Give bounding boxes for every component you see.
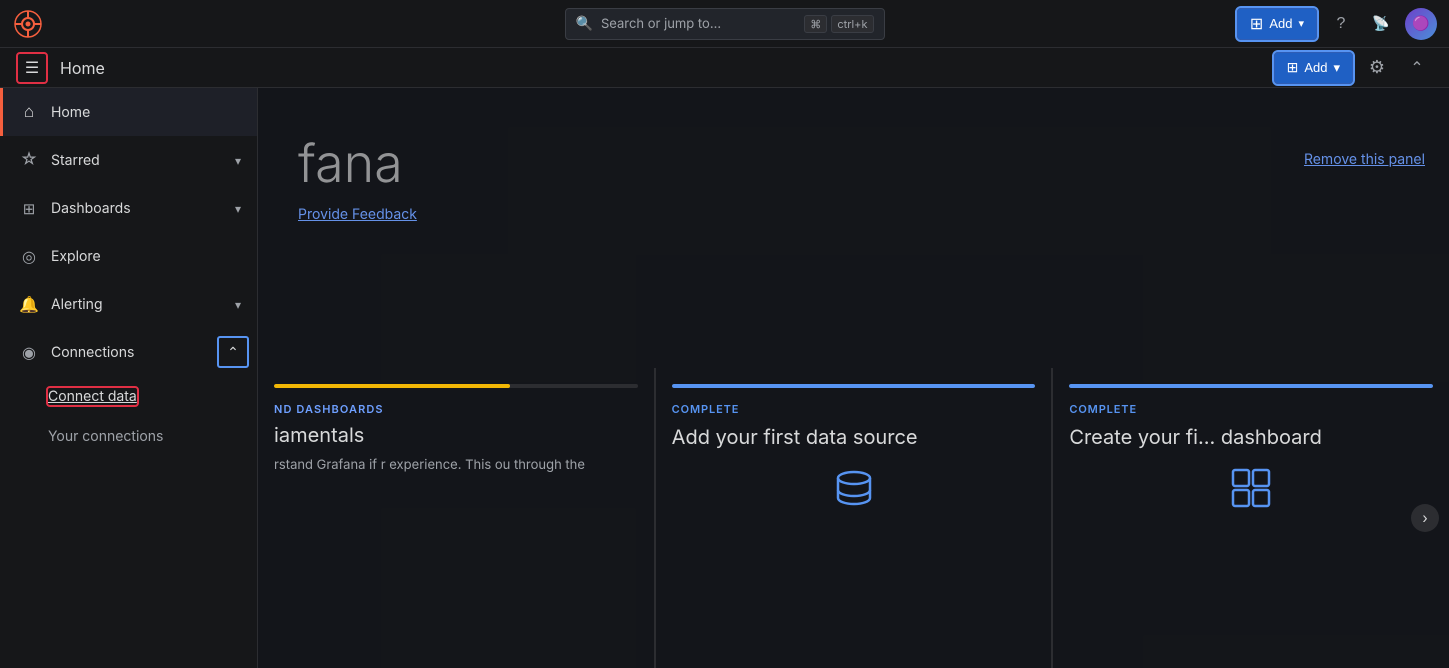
main-content: fana Provide Feedback Remove this panel …	[258, 88, 1449, 668]
page-title: Home	[60, 58, 105, 78]
main-inner: fana Provide Feedback Remove this panel …	[258, 88, 1449, 668]
sidebar-item-connections-label: Connections	[51, 344, 241, 361]
card-fundamentals: ND DASHBOARDS iamentals rstand Grafana i…	[258, 368, 655, 668]
top-nav: 🔍 Search or jump to... ⌘ ctrl+k ⊞ Add ▾ …	[0, 0, 1449, 48]
search-shortcut: ⌘ ctrl+k	[804, 15, 873, 33]
card3-status: COMPLETE	[1069, 402, 1433, 416]
home-icon: ⌂	[19, 102, 39, 122]
provide-feedback-link[interactable]: Provide Feedback	[298, 206, 417, 223]
sidebar-item-starred[interactable]: ☆ Starred ▾	[0, 136, 257, 184]
card-first-datasource: COMPLETE Add your first data source	[655, 368, 1053, 668]
top-nav-left	[12, 8, 44, 40]
starred-chevron-icon: ▾	[235, 153, 241, 168]
layout-body: ⌂ Home ☆ Starred ▾ ⊞ Dashboards ▾ ◎ Expl…	[0, 88, 1449, 668]
grafana-logo[interactable]	[12, 8, 44, 40]
sidebar-item-dashboards-label: Dashboards	[51, 200, 223, 217]
rss-icon: 📡	[1372, 15, 1389, 32]
sidebar: ⌂ Home ☆ Starred ▾ ⊞ Dashboards ▾ ◎ Expl…	[0, 88, 258, 668]
add-icon: ⊞	[1250, 14, 1263, 34]
star-icon: ☆	[19, 150, 39, 170]
top-nav-right: ⊞ Add ▾ ? 📡 🟣	[1237, 8, 1437, 40]
connect-data-label: Connect data	[48, 388, 137, 405]
notifications-button[interactable]: 📡	[1365, 8, 1397, 40]
card2-title: Add your first data source	[672, 424, 1036, 450]
alerting-chevron-icon: ▾	[235, 297, 241, 312]
explore-icon: ◎	[19, 246, 39, 266]
secondary-add-button[interactable]: ⊞ Add ▾	[1274, 52, 1353, 84]
add-chevron-icon: ▾	[1298, 17, 1304, 30]
gear-icon: ⚙	[1369, 57, 1385, 78]
menu-toggle-button[interactable]: ☰	[16, 52, 48, 84]
database-icon	[830, 466, 878, 514]
remove-panel-link[interactable]: Remove this panel	[1304, 151, 1425, 168]
help-icon: ?	[1337, 15, 1346, 33]
add-button[interactable]: ⊞ Add ▾	[1237, 8, 1317, 40]
hamburger-icon: ☰	[25, 58, 39, 78]
grid-icon	[1229, 466, 1273, 510]
avatar-initials: 🟣	[1412, 15, 1429, 32]
sidebar-item-connections[interactable]: ◉ Connections ⌃	[0, 328, 257, 376]
search-placeholder: Search or jump to...	[601, 16, 796, 32]
dashboards-chevron-icon: ▾	[235, 201, 241, 216]
card2-status: COMPLETE	[672, 402, 1036, 416]
card1-desc: rstand Grafana if r experience. This ou …	[274, 456, 638, 476]
sidebar-sub-connect-data[interactable]: Connect data	[0, 376, 257, 416]
home-title: fana	[298, 132, 1417, 195]
search-bar[interactable]: 🔍 Search or jump to... ⌘ ctrl+k	[565, 8, 885, 40]
dashboards-icon: ⊞	[19, 198, 39, 218]
connections-icon: ◉	[19, 342, 39, 362]
sidebar-item-explore-label: Explore	[51, 248, 241, 265]
secondary-add-label: Add	[1304, 60, 1327, 75]
card1-title: iamentals	[274, 422, 638, 448]
card-first-dashboard: COMPLETE Create your fi... dashboard	[1052, 368, 1449, 668]
add-button-label: Add	[1269, 16, 1292, 31]
card1-section-label: ND DASHBOARDS	[274, 402, 638, 416]
sidebar-item-starred-label: Starred	[51, 152, 223, 169]
add-panel-icon: ⊞	[1287, 59, 1299, 76]
sidebar-item-home[interactable]: ⌂ Home	[0, 88, 257, 136]
sidebar-item-explore[interactable]: ◎ Explore	[0, 232, 257, 280]
connections-collapse-button[interactable]: ⌃	[217, 336, 249, 368]
next-card-button[interactable]: ›	[1411, 504, 1439, 532]
keyboard-shortcut-key: ctrl+k	[831, 15, 873, 33]
secondary-nav-right: ⊞ Add ▾ ⚙ ⌃	[1274, 52, 1433, 84]
card3-title: Create your fi... dashboard	[1069, 424, 1433, 450]
secondary-nav: ☰ Home ⊞ Add ▾ ⚙ ⌃	[0, 48, 1449, 88]
sidebar-item-home-label: Home	[51, 104, 241, 121]
sidebar-item-dashboards[interactable]: ⊞ Dashboards ▾	[0, 184, 257, 232]
connections-collapse-icon: ⌃	[227, 344, 239, 361]
chevron-right-icon: ›	[1422, 510, 1427, 527]
sidebar-item-alerting-label: Alerting	[51, 296, 223, 313]
keyboard-shortcut: ⌘	[804, 15, 827, 33]
secondary-add-chevron: ▾	[1333, 60, 1340, 76]
sidebar-sub-your-connections[interactable]: Your connections	[0, 416, 257, 456]
search-icon: 🔍	[576, 15, 593, 32]
sidebar-item-alerting[interactable]: 🔔 Alerting ▾	[0, 280, 257, 328]
collapse-panel-button[interactable]: ⌃	[1401, 52, 1433, 84]
settings-button[interactable]: ⚙	[1361, 52, 1393, 84]
alerting-icon: 🔔	[19, 294, 39, 314]
avatar[interactable]: 🟣	[1405, 8, 1437, 40]
help-button[interactable]: ?	[1325, 8, 1357, 40]
collapse-icon: ⌃	[1410, 58, 1423, 78]
your-connections-label: Your connections	[48, 428, 163, 445]
